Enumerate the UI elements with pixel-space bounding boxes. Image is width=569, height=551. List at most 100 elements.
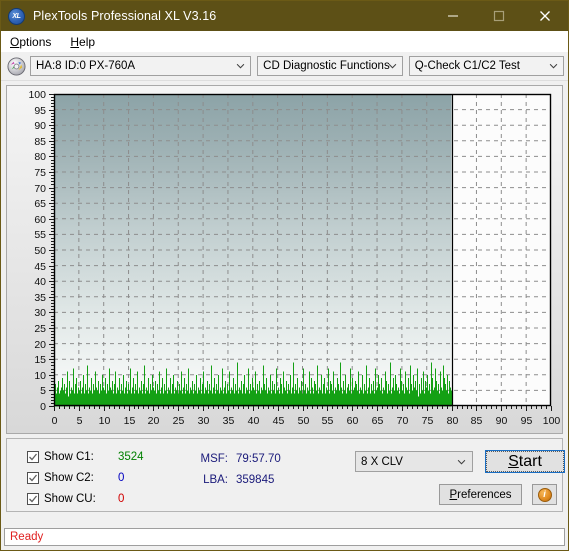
svg-text:0: 0 (52, 415, 58, 427)
c1-c2-error-chart[interactable]: 0510152025303540455055606570758085909510… (7, 86, 564, 433)
function-select-value: CD Diagnostic Functions (263, 60, 390, 72)
svg-text:40: 40 (248, 415, 260, 427)
show-c2-label: Show C2: (44, 471, 94, 484)
position-readout: MSF: 79:57.70 LBA: 359845 (190, 448, 281, 490)
menu-item-options-label: ptions (19, 34, 52, 49)
svg-text:5: 5 (40, 385, 46, 397)
speed-select-value: 8 X CLV (361, 455, 403, 468)
c1-value: 3524 (118, 450, 144, 463)
svg-text:30: 30 (198, 415, 210, 427)
svg-text:30: 30 (34, 307, 46, 319)
svg-text:60: 60 (34, 214, 46, 226)
c2-value: 0 (118, 471, 125, 484)
svg-text:50: 50 (34, 245, 46, 257)
start-button-inner: Start (486, 451, 564, 472)
show-cu-checkbox[interactable] (27, 492, 39, 505)
svg-text:65: 65 (372, 415, 384, 427)
chevron-down-icon (388, 63, 397, 69)
preferences-button[interactable]: Preferences (439, 484, 522, 505)
show-c1-checkbox[interactable] (27, 450, 39, 463)
status-text: Ready (10, 531, 44, 543)
svg-text:15: 15 (124, 415, 136, 427)
menu-item-options[interactable]: Options (9, 35, 60, 49)
svg-text:80: 80 (447, 415, 459, 427)
svg-text:35: 35 (34, 292, 46, 304)
svg-text:35: 35 (223, 415, 235, 427)
svg-text:90: 90 (496, 415, 508, 427)
chevron-down-icon (549, 63, 558, 69)
svg-text:100: 100 (543, 415, 561, 427)
lba-value: 359845 (236, 473, 275, 486)
test-select-value: Q-Check C1/C2 Test (414, 60, 520, 72)
msf-value: 79:57.70 (236, 452, 281, 465)
show-cu-label: Show CU: (44, 492, 96, 505)
show-checkbox-group: Show C1: 3524 Show C2: 0 Show CU: 0 (27, 447, 144, 510)
menu-item-help[interactable]: Help (69, 35, 104, 49)
svg-text:100: 100 (28, 89, 46, 101)
svg-text:10: 10 (34, 370, 46, 382)
svg-text:15: 15 (34, 354, 46, 366)
plextools-window: XL PlexTools Professional XL V3.16 Optio… (0, 0, 569, 551)
msf-label: MSF: (200, 452, 228, 465)
svg-text:25: 25 (173, 415, 185, 427)
xl-logo-icon: XL (8, 7, 25, 25)
cu-value: 0 (118, 492, 125, 505)
start-button-label: Start (508, 452, 542, 470)
show-c1-row[interactable]: Show C1: 3524 (27, 447, 144, 466)
chart-panel: 0 5 10 15 20 25 30 35 40 45 50 55 60 65 70 75 80 85 90 95 10… (6, 85, 563, 434)
svg-text:75: 75 (34, 167, 46, 179)
svg-text:95: 95 (34, 105, 46, 117)
msf-row: MSF: 79:57.70 (190, 448, 281, 469)
start-button[interactable]: Start (485, 450, 565, 473)
check-icon (29, 453, 38, 460)
svg-text:50: 50 (298, 415, 310, 427)
window-controls (430, 1, 568, 31)
info-icon: i (537, 487, 552, 502)
menu-item-help-label: elp (79, 34, 96, 49)
svg-text:90: 90 (34, 120, 46, 132)
function-select[interactable]: CD Diagnostic Functions (257, 56, 403, 76)
show-c1-label: Show C1: (44, 450, 94, 463)
drive-select[interactable]: HA:8 ID:0 PX-760A (30, 56, 252, 76)
status-bar: Ready (4, 528, 565, 546)
svg-text:45: 45 (34, 261, 46, 273)
svg-text:70: 70 (34, 183, 46, 195)
svg-text:75: 75 (422, 415, 434, 427)
show-c2-row[interactable]: Show C2: 0 (27, 468, 144, 487)
svg-text:55: 55 (34, 229, 46, 241)
minimize-icon[interactable] (430, 1, 476, 31)
lba-label: LBA: (203, 473, 228, 486)
svg-text:25: 25 (34, 323, 46, 335)
drive-select-value: HA:8 ID:0 PX-760A (36, 60, 136, 72)
svg-text:60: 60 (347, 415, 359, 427)
check-icon (29, 495, 38, 502)
check-icon (29, 474, 38, 481)
info-icon-label: i (543, 489, 546, 499)
menu-bar: Options Help (1, 31, 568, 52)
svg-text:95: 95 (521, 415, 533, 427)
info-button[interactable]: i (532, 484, 557, 505)
svg-text:5: 5 (77, 415, 83, 427)
svg-text:0: 0 (40, 401, 46, 413)
svg-text:40: 40 (34, 276, 46, 288)
svg-text:65: 65 (34, 198, 46, 210)
svg-text:45: 45 (273, 415, 285, 427)
show-cu-row[interactable]: Show CU: 0 (27, 489, 144, 508)
show-c2-checkbox[interactable] (27, 471, 39, 484)
chevron-down-icon (236, 63, 245, 69)
test-select[interactable]: Q-Check C1/C2 Test (408, 56, 564, 76)
stats-panel: Show C1: 3524 Show C2: 0 Show CU: 0 MSF: (6, 438, 565, 512)
svg-text:55: 55 (322, 415, 334, 427)
toolbar: HA:8 ID:0 PX-760A CD Diagnostic Function… (1, 52, 568, 81)
maximize-icon[interactable] (476, 1, 522, 31)
svg-text:70: 70 (397, 415, 409, 427)
svg-text:20: 20 (148, 415, 160, 427)
svg-text:80: 80 (34, 151, 46, 163)
close-icon[interactable] (522, 1, 568, 31)
window-title: PlexTools Professional XL V3.16 (33, 9, 217, 23)
title-bar: XL PlexTools Professional XL V3.16 (1, 1, 568, 31)
svg-text:85: 85 (471, 415, 483, 427)
speed-select[interactable]: 8 X CLV (355, 451, 473, 472)
svg-text:20: 20 (34, 339, 46, 351)
svg-text:85: 85 (34, 136, 46, 148)
